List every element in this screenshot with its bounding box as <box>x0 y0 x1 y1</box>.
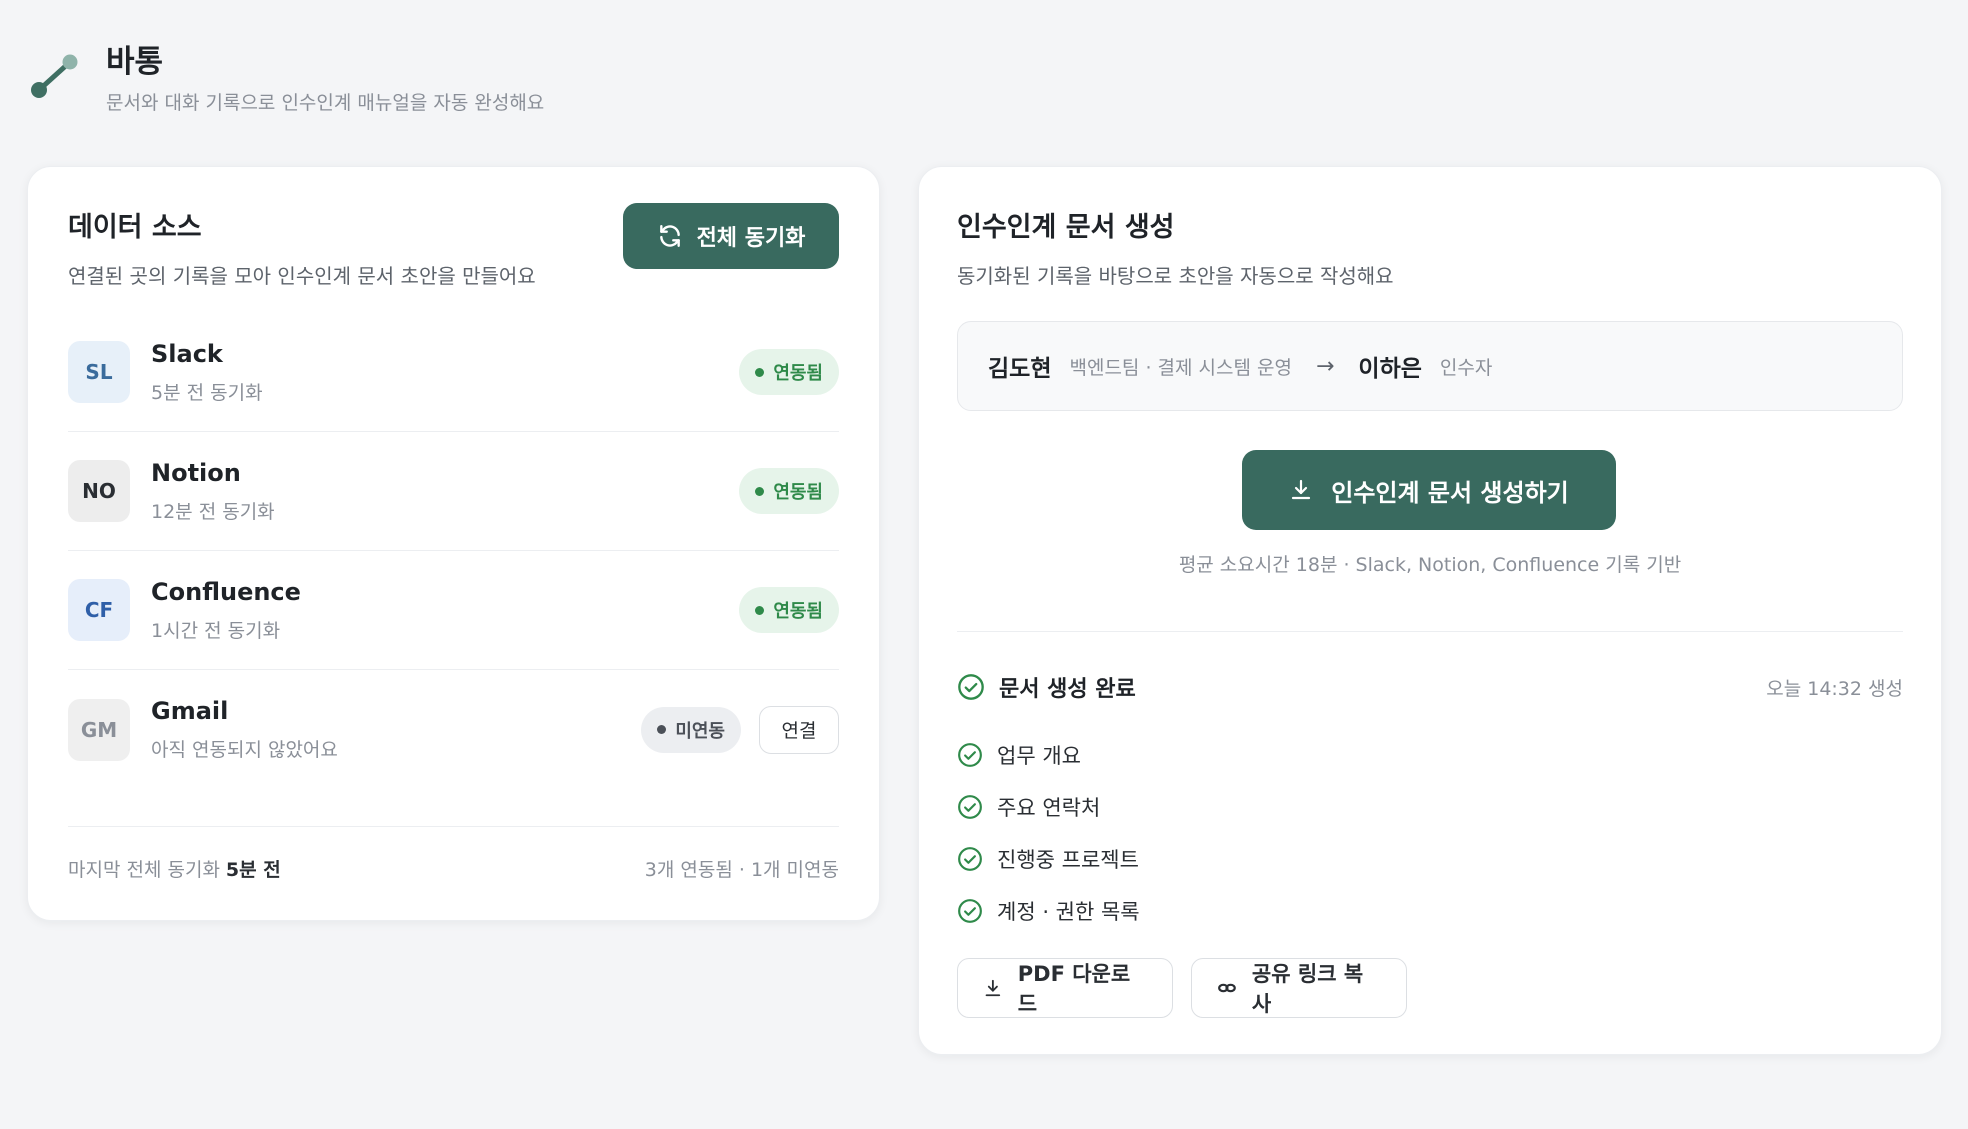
sync-all-button[interactable]: 전체 동기화 <box>623 203 839 269</box>
section-label: 주요 연락처 <box>997 796 1101 820</box>
status-dot-icon <box>755 486 765 496</box>
download-icon <box>985 979 1001 997</box>
generation-complete-row: 문서 생성 완료 오늘 14:32 생성 <box>957 671 1903 703</box>
source-row-confluence: CF Confluence 1시간 전 동기화 연동됨 <box>68 551 839 670</box>
pdf-download-label: PDF 다운로드 <box>1017 962 1131 1016</box>
connect-gmail-button[interactable]: 연결 <box>759 705 839 754</box>
section-label: 계정 · 권한 목록 <box>997 900 1140 924</box>
last-sync-label: 마지막 전체 동기화 <box>68 859 220 881</box>
section-item: 계정 · 권한 목록 <box>957 885 1140 937</box>
source-sync-time: 아직 연동되지 않았어요 <box>151 739 338 761</box>
generate-note: 평균 소요시간 18분 · Slack, Notion, Confluence … <box>1178 554 1682 576</box>
section-item: 진행중 프로젝트 <box>957 833 1140 885</box>
status-badge: 미연동 <box>641 706 741 753</box>
app-header: 바통 문서와 대화 기록으로 인수인계 매뉴얼을 자동 완성해요 <box>28 42 544 115</box>
arrow-right-icon: → <box>1315 353 1335 379</box>
from-person-name: 김도현 <box>988 356 1052 382</box>
section-item: 주요 연락처 <box>957 781 1140 833</box>
copy-share-link-button[interactable]: 공유 링크 복사 <box>1191 958 1407 1018</box>
generated-sections: 업무 개요 주요 연락처 진행중 프로젝트 계정 · 권한 목록 <box>957 729 1140 937</box>
refresh-icon <box>659 225 680 247</box>
source-sync-time: 5분 전 동기화 <box>151 381 263 404</box>
generate-doc-title: 인수인계 문서 생성 <box>957 212 1175 243</box>
app-subtitle: 문서와 대화 기록으로 인수인계 매뉴얼을 자동 완성해요 <box>106 92 545 114</box>
generate-doc-description: 동기화된 기록을 바탕으로 초안을 자동으로 작성해요 <box>957 264 1394 288</box>
handover-pair: 김도현 백엔드팀 · 결제 시스템 운영 → 이하은 인수자 <box>957 321 1903 411</box>
source-sync-time: 1시간 전 동기화 <box>151 619 281 642</box>
source-list: SL Slack 5분 전 동기화 연동됨 NO Notion 12분 전 동기… <box>68 313 839 789</box>
download-icon <box>1292 479 1311 500</box>
notion-logo-icon: NO <box>68 460 130 522</box>
status-badge: 연동됨 <box>739 468 839 514</box>
status-label: 연동됨 <box>773 363 823 384</box>
section-label: 업무 개요 <box>997 744 1081 768</box>
document-actions: PDF 다운로드 공유 링크 복사 <box>957 958 1407 1018</box>
gmail-logo-icon: GM <box>68 698 130 761</box>
to-person-name: 이하은 <box>1358 356 1422 382</box>
divider <box>957 631 1903 632</box>
status-dot-icon <box>755 605 765 615</box>
generate-doc-card: 인수인계 문서 생성 동기화된 기록을 바탕으로 초안을 자동으로 작성해요 김… <box>918 166 1942 1055</box>
source-sync-time: 12분 전 동기화 <box>151 500 275 523</box>
generation-time: 오늘 14:32 생성 <box>1766 677 1903 700</box>
confluence-logo-icon: CF <box>68 579 130 641</box>
sync-footer: 마지막 전체 동기화 5분 전 3개 연동됨 · 1개 미연동 <box>68 826 839 882</box>
status-label: 미연동 <box>675 720 725 742</box>
source-name: Confluence <box>151 577 301 606</box>
check-circle-icon <box>958 847 982 871</box>
status-badge: 연동됨 <box>739 349 839 395</box>
check-circle-icon <box>958 674 984 700</box>
check-circle-icon <box>958 743 982 767</box>
copy-share-link-label: 공유 링크 복사 <box>1251 962 1364 1016</box>
status-label: 연동됨 <box>773 482 823 503</box>
data-sources-title: 데이터 소스 <box>68 212 202 243</box>
data-sources-description: 연결된 곳의 기록을 모아 인수인계 문서 초안을 만들어요 <box>68 264 536 288</box>
sync-all-label: 전체 동기화 <box>696 226 806 251</box>
section-item: 업무 개요 <box>957 729 1140 781</box>
generate-doc-button[interactable]: 인수인계 문서 생성하기 <box>1242 450 1616 530</box>
check-circle-icon <box>958 795 982 819</box>
generate-doc-label: 인수인계 문서 생성하기 <box>1331 478 1569 507</box>
from-person-role: 백엔드팀 · 결제 시스템 운영 <box>1069 356 1292 379</box>
status-label: 연동됨 <box>773 601 823 622</box>
link-icon <box>1218 983 1236 993</box>
status-dot-icon <box>657 725 667 734</box>
pdf-download-button[interactable]: PDF 다운로드 <box>957 958 1173 1018</box>
sync-summary: 3개 연동됨 · 1개 미연동 <box>644 859 839 881</box>
check-circle-icon <box>958 899 982 923</box>
section-label: 진행중 프로젝트 <box>997 848 1139 872</box>
source-name: Slack <box>151 339 223 368</box>
generation-complete-title: 문서 생성 완료 <box>999 677 1136 702</box>
baton-logo-icon <box>28 42 84 108</box>
source-name: Gmail <box>151 697 229 725</box>
to-person-role: 인수자 <box>1439 356 1493 379</box>
source-row-gmail: GM Gmail 아직 연동되지 않았어요 미연동 연결 <box>68 670 839 789</box>
source-name: Notion <box>151 458 241 487</box>
status-dot-icon <box>755 367 765 377</box>
data-sources-card: 데이터 소스 연결된 곳의 기록을 모아 인수인계 문서 초안을 만들어요 전체… <box>27 166 880 921</box>
source-row-notion: NO Notion 12분 전 동기화 연동됨 <box>68 432 839 551</box>
source-row-slack: SL Slack 5분 전 동기화 연동됨 <box>68 313 839 432</box>
slack-logo-icon: SL <box>68 341 130 403</box>
last-sync-time: 5분 전 <box>225 859 281 881</box>
status-badge: 연동됨 <box>739 587 839 633</box>
app-title: 바통 <box>106 44 164 80</box>
